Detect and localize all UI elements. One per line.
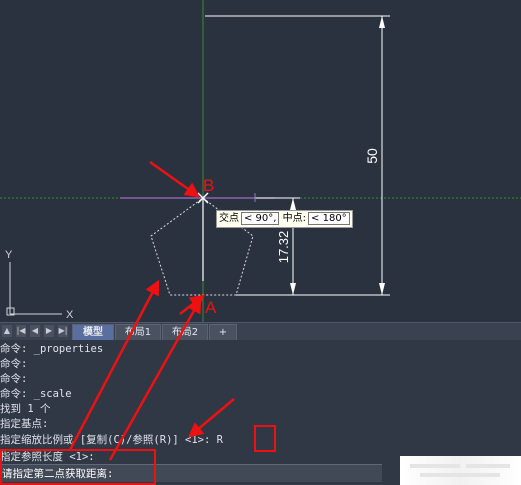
history-line: 命令: [0, 373, 28, 385]
drawing-canvas[interactable]: 50 17.32 Y X 交点 < 90°, 中点: < 180° [0, 0, 521, 322]
tooltip-angle2: < 180° [308, 212, 350, 225]
tab-next-icon[interactable]: ▶ [44, 325, 54, 337]
tooltip-label: 交点 [219, 213, 239, 224]
tab-add[interactable]: + [209, 324, 237, 341]
history-line: 命令: [0, 358, 28, 370]
history-line: 命令: _properties [0, 343, 104, 355]
tab-model[interactable]: 模型 [72, 324, 114, 341]
tab-last-icon[interactable]: ▶| [58, 325, 68, 337]
tabs-up-icon[interactable]: ▲ [2, 325, 12, 337]
dimension-text-17: 17.32 [276, 231, 291, 264]
dimension-text-50: 50 [364, 148, 380, 164]
ucs-y-label: Y [5, 249, 13, 261]
tab-first-icon[interactable]: |◀ [16, 325, 26, 337]
highlight-box-prompt [0, 449, 156, 485]
drawing-svg: 50 17.32 Y X [0, 0, 521, 322]
layout-tab-bar: ▲ |◀ ◀ ▶ ▶| 模型 布局1 布局2 + [0, 322, 521, 341]
ucs-x-label: X [66, 309, 74, 321]
history-line: 命令: _scale [0, 388, 72, 400]
history-line: 找到 1 个 [0, 403, 51, 415]
tooltip-mid-label: 中点: [282, 213, 307, 224]
label-point-b: B [203, 176, 215, 195]
tab-layout2[interactable]: 布局2 [162, 324, 208, 341]
highlight-box-r [254, 425, 276, 452]
tab-prev-icon[interactable]: ◀ [30, 325, 40, 337]
osnap-tooltip: 交点 < 90°, 中点: < 180° [216, 210, 353, 228]
history-line: 指定基点: [0, 418, 49, 430]
tooltip-angle1: < 90°, [241, 212, 280, 225]
history-line: 指定缩放比例或 [复制(C)/参照(R)] <1>: R [0, 434, 223, 446]
label-point-a: A [205, 298, 217, 317]
tab-layout1[interactable]: 布局1 [115, 324, 161, 341]
watermark [400, 456, 521, 485]
